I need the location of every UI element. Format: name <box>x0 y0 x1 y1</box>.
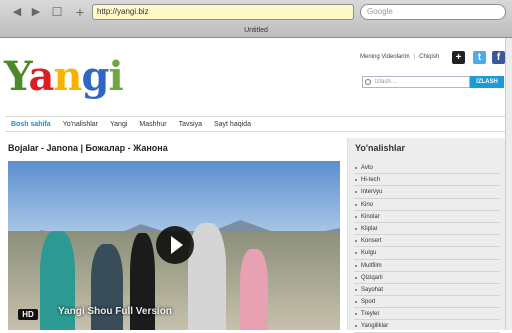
logo-letter: n <box>53 53 82 100</box>
video-title: Bojalar - Janona | Божалар - Жанона <box>8 143 168 153</box>
facebook-icon[interactable]: f <box>492 51 505 64</box>
category-kinolar[interactable]: Kinolar <box>354 211 500 223</box>
browser-tab-title[interactable]: Untitled <box>0 24 512 38</box>
category-yangiliklar[interactable]: Yangiliklar <box>354 320 500 333</box>
category-avto[interactable]: Avto <box>354 162 500 175</box>
video-watermark: Yangi Shou Full Version <box>58 306 172 317</box>
category-treyler[interactable]: Treyler <box>354 308 500 321</box>
category-multfilm[interactable]: Multfilm <box>354 260 500 272</box>
logo-letter: a <box>28 53 54 100</box>
bookmarks-icon[interactable]: ☐ <box>50 5 64 19</box>
address-bar[interactable]: http://yangi.biz <box>92 4 354 20</box>
browser-chrome: ◀ ▶ ☐ + http://yangi.biz Google Untitled <box>0 0 512 38</box>
search-input[interactable]: Izlash.... <box>362 76 470 88</box>
add-icon[interactable]: + <box>452 51 465 64</box>
site-logo[interactable]: Yangi <box>4 53 124 100</box>
video-player[interactable]: HD Yangi Shou Full Version <box>8 161 340 330</box>
video-person <box>240 249 268 330</box>
separator: | <box>413 54 416 60</box>
category-kliplar[interactable]: Kliplar <box>354 223 500 236</box>
nav-home[interactable]: Bosh sahifa <box>5 117 57 131</box>
categories-sidebar: Yo'nalishlar Avto Hi-tech Intervyu Kino … <box>347 138 505 333</box>
category-qiziqarli[interactable]: Qiziqarli <box>354 272 500 284</box>
nav-recommended[interactable]: Tavsiya <box>173 117 208 131</box>
nav-new[interactable]: Yangi <box>104 117 133 131</box>
nav-popular[interactable]: Mashhur <box>133 117 172 131</box>
nav-about[interactable]: Sayt haqida <box>208 117 257 131</box>
page-scrollbar[interactable] <box>505 38 512 330</box>
category-sport[interactable]: Sport <box>354 296 500 309</box>
logo-letter: Y <box>4 53 29 100</box>
user-links: Mening Videolarim | Chiqish <box>360 54 439 60</box>
search-icon <box>365 79 371 85</box>
category-list: Avto Hi-tech Intervyu Kino Kinolar Klipl… <box>354 162 500 333</box>
main-navigation: Bosh sahifa Yo'nalishlar Yangi Mashhur T… <box>5 116 505 132</box>
search-placeholder: Izlash.... <box>375 79 398 85</box>
category-kulgu[interactable]: Kulgu <box>354 247 500 260</box>
category-konsert[interactable]: Konsert <box>354 235 500 248</box>
logo-letter: i <box>108 53 123 100</box>
nav-categories[interactable]: Yo'nalishlar <box>57 117 104 131</box>
search-button[interactable]: IZLASH <box>470 76 504 88</box>
play-button[interactable] <box>156 226 194 264</box>
category-sayohat[interactable]: Sayohat <box>354 284 500 297</box>
my-videos-link[interactable]: Mening Videolarim <box>360 54 410 60</box>
back-icon[interactable]: ◀ <box>10 5 24 19</box>
twitter-icon[interactable]: t <box>473 51 486 64</box>
logo-letter: g <box>81 53 109 100</box>
video-person <box>91 244 123 330</box>
category-hi-tech[interactable]: Hi-tech <box>354 174 500 187</box>
add-tab-button[interactable]: + <box>73 5 87 19</box>
video-sky <box>8 161 340 231</box>
category-intervyu[interactable]: Intervyu <box>354 186 500 199</box>
forward-icon[interactable]: ▶ <box>29 5 43 19</box>
webpage: Yangi Mening Videolarim | Chiqish + t f Iz… <box>0 38 505 333</box>
logout-link[interactable]: Chiqish <box>419 54 439 60</box>
sidebar-title: Yo'nalishlar <box>355 143 405 153</box>
browser-search-input[interactable]: Google <box>360 4 506 20</box>
video-person <box>188 223 226 330</box>
hd-badge: HD <box>18 309 38 320</box>
category-kino[interactable]: Kino <box>354 199 500 211</box>
